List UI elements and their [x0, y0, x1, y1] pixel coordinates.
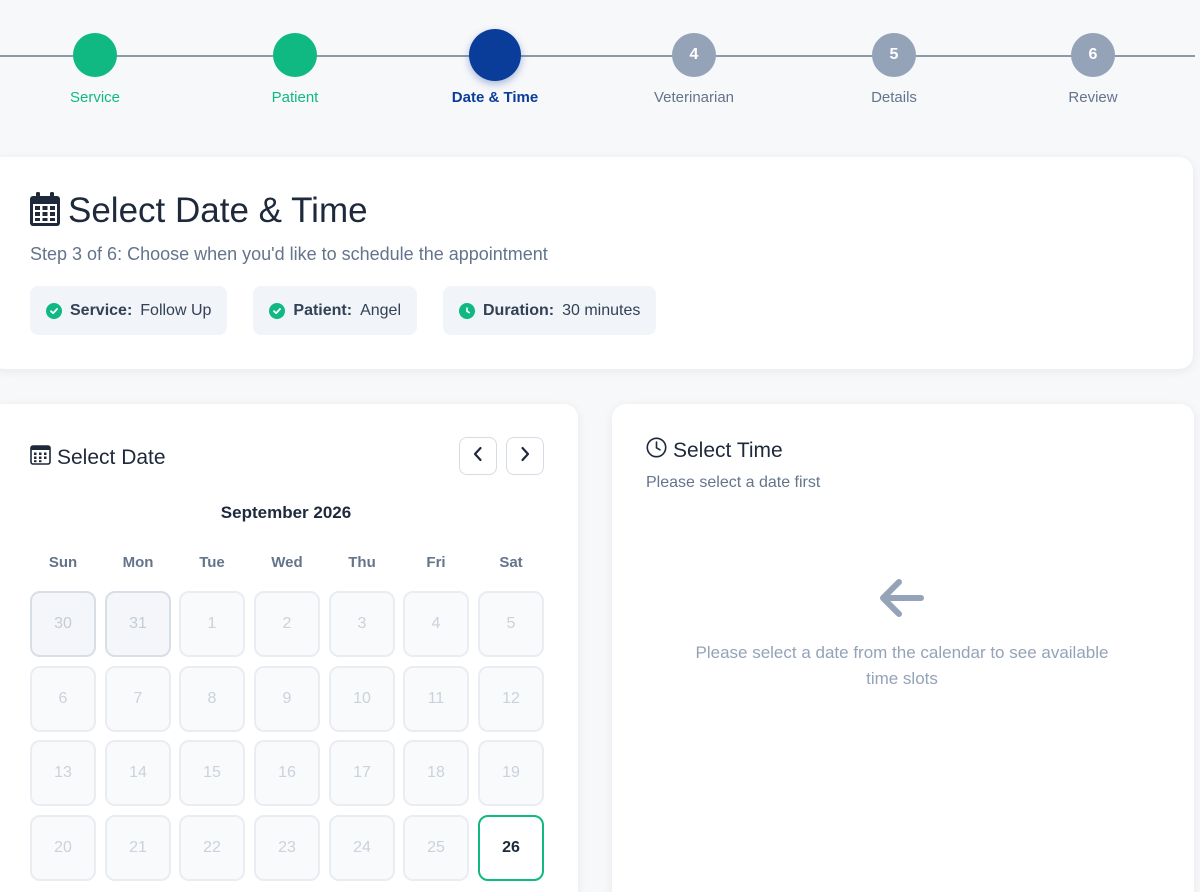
calendar-day: 10 [329, 666, 395, 732]
step-label: Patient [271, 89, 319, 106]
calendar-day: 21 [105, 815, 171, 881]
chip-key: Duration: [483, 301, 555, 319]
calendar-day: 19 [478, 740, 544, 806]
next-month-button[interactable] [506, 437, 544, 475]
calendar-day: 15 [179, 740, 245, 806]
calendar-day: 18 [403, 740, 469, 806]
time-card-title: Select Time [646, 437, 783, 464]
step-service[interactable]: Service [25, 28, 165, 106]
date-card: Select Date September 2026 Sun Mon Tue W… [0, 404, 578, 892]
calendar-grid-icon [30, 444, 51, 471]
time-card-title-text: Select Time [673, 438, 783, 462]
month-label: September 2026 [220, 503, 352, 522]
patient-chip: Patient: Angel [253, 286, 417, 335]
duration-chip: Duration: 30 minutes [443, 286, 657, 335]
check-circle-icon [269, 302, 286, 319]
step-veterinarian[interactable]: 4 Veterinarian [624, 28, 764, 106]
weekday-label: Wed [271, 554, 303, 571]
calendar-day: 9 [254, 666, 320, 732]
calendar-day: 8 [179, 666, 245, 732]
chip-value: 30 minutes [562, 301, 641, 319]
chip-value: Follow Up [140, 301, 212, 319]
calendar-day: 16 [254, 740, 320, 806]
step-4-circle: 4 [672, 33, 716, 77]
calendar-day: 30 [30, 591, 96, 657]
weekday-label: Sat [499, 554, 523, 571]
calendar-day: 2 [254, 591, 320, 657]
calendar-day: 7 [105, 666, 171, 732]
calendar-day: 24 [329, 815, 395, 881]
selection-summary: Service: Follow Up Patient: Angel Durati… [30, 286, 657, 335]
step-5-circle: 5 [872, 33, 916, 77]
step-label: Service [69, 89, 121, 106]
calendar-day: 23 [254, 815, 320, 881]
prev-month-button[interactable] [459, 437, 497, 475]
calendar-day: 3 [329, 591, 395, 657]
calendar-day: 31 [105, 591, 171, 657]
chip-key: Service: [70, 301, 133, 319]
page-subtitle: Step 3 of 6: Choose when you'd like to s… [30, 244, 548, 264]
chevron-right-icon [519, 446, 531, 467]
step-1-circle [73, 33, 117, 77]
chip-value: Angel [360, 301, 401, 319]
step-details[interactable]: 5 Details [824, 28, 964, 106]
calendar-day: 4 [403, 591, 469, 657]
time-card-subtitle: Please select a date first [646, 474, 821, 491]
weekday-label: Fri [426, 554, 446, 571]
header-card: Select Date & Time Step 3 of 6: Choose w… [0, 157, 1193, 369]
step-label: Review [1068, 89, 1118, 106]
weekday-label: Mon [122, 554, 154, 571]
page-title: Select Date & Time [68, 191, 368, 230]
date-card-title-text: Select Date [57, 445, 166, 469]
weekday-label: Thu [348, 554, 376, 571]
stepper-connector-line [0, 55, 1195, 57]
calendar-day: 1 [179, 591, 245, 657]
step-patient[interactable]: Patient [225, 28, 365, 106]
calendar-day: 14 [105, 740, 171, 806]
step-label: Veterinarian [653, 89, 735, 106]
clock-icon [459, 302, 475, 319]
step-date-time[interactable]: Date & Time [425, 28, 565, 106]
check-circle-icon [46, 302, 62, 319]
calendar-day: 22 [179, 815, 245, 881]
clock-icon [646, 437, 667, 464]
progress-stepper: Service Patient Date & Time 4 Veterinari… [0, 0, 1200, 130]
weekday-label: Sun [48, 554, 78, 571]
calendar-day: 25 [403, 815, 469, 881]
calendar-day: 11 [403, 666, 469, 732]
time-card: Select Time Please select a date first P… [612, 404, 1194, 892]
step-review[interactable]: 6 Review [1023, 28, 1163, 106]
chevron-left-icon [472, 446, 484, 467]
page-title-row: Select Date & Time [30, 191, 368, 231]
calendar-icon [30, 191, 60, 231]
step-6-circle: 6 [1071, 33, 1115, 77]
empty-state-message: Please select a date from the calendar t… [695, 643, 1109, 688]
step-label: Details [871, 89, 917, 106]
calendar-day: 20 [30, 815, 96, 881]
step-2-circle [273, 33, 317, 77]
service-chip: Service: Follow Up [30, 286, 228, 335]
calendar-day: 17 [329, 740, 395, 806]
calendar-day: 6 [30, 666, 96, 732]
step-3-circle [469, 29, 521, 81]
calendar-day-available[interactable]: 26 [478, 815, 544, 881]
calendar-day: 13 [30, 740, 96, 806]
weekday-label: Tue [199, 554, 225, 571]
arrow-left-icon [878, 577, 926, 624]
step-label: Date & Time [451, 89, 539, 106]
date-card-title: Select Date [30, 444, 166, 471]
calendar-day: 12 [478, 666, 544, 732]
chip-key: Patient: [293, 301, 353, 319]
calendar-day: 5 [478, 591, 544, 657]
